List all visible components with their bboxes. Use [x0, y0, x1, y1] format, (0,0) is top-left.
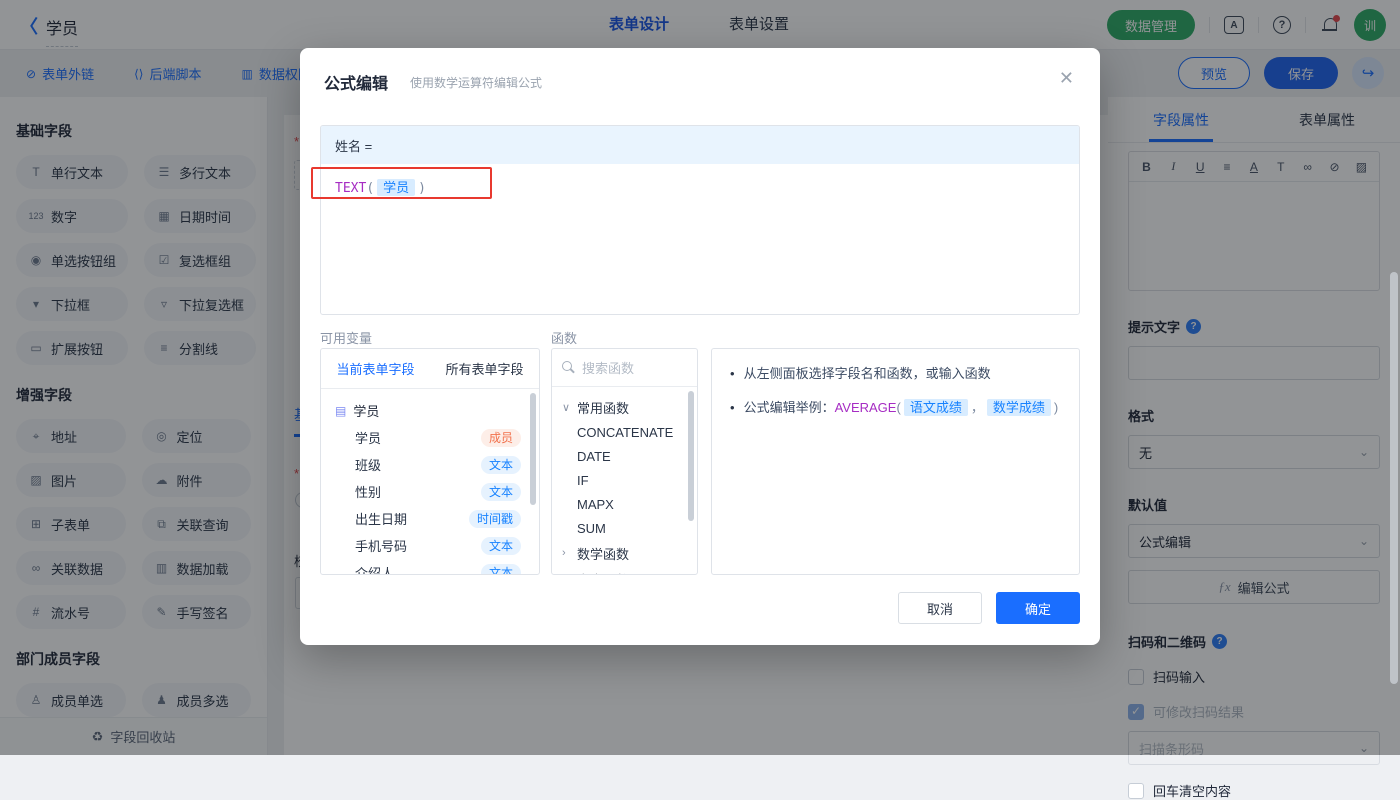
caret-right-icon: ›	[562, 573, 572, 574]
type-badge: 时间戳	[468, 509, 521, 528]
type-badge: 文本	[480, 536, 521, 555]
help-example: • 公式编辑举例：AVERAGE(语文成绩，数学成绩)	[730, 398, 1061, 418]
function-item[interactable]: IF	[552, 468, 697, 492]
group-label: 文本函数	[577, 570, 629, 575]
modal-title: 公式编辑	[324, 76, 389, 93]
close-paren: )	[418, 181, 426, 196]
variable-row[interactable]: 介绍人 文本	[321, 559, 539, 575]
example-prefix: 公式编辑举例：	[743, 400, 835, 415]
field-chip: 语文成绩	[903, 399, 968, 416]
field-name: 性别	[355, 485, 382, 500]
type-badge: 文本	[480, 482, 521, 501]
function-search[interactable]: 搜索函数	[552, 349, 697, 387]
close-paren: )	[1053, 400, 1059, 415]
available-variables-label: 可用变量	[320, 331, 373, 346]
variable-row[interactable]: 性别 文本	[321, 478, 539, 505]
function-item[interactable]: MAPX	[552, 492, 697, 516]
comma: ，	[970, 400, 984, 415]
open-paren: (	[896, 400, 901, 415]
type-badge: 成员	[480, 428, 521, 447]
tip-text: 从左侧面板选择字段名和函数，或输入函数	[743, 366, 991, 381]
variables-panel: 当前表单字段 所有表单字段 ▤ 学员 学员 成员 班级 文本 性别 文本 出生日期 时间戳…	[320, 348, 540, 575]
field-chip: 数学成绩	[986, 399, 1051, 416]
close-icon[interactable]: ✕	[1059, 68, 1074, 89]
variable-row[interactable]: 手机号码 文本	[321, 532, 539, 559]
function-group-math[interactable]: › 数学函数	[552, 540, 697, 566]
form-root-node[interactable]: ▤ 学员	[321, 397, 539, 424]
function-item[interactable]: CONCATENATE	[552, 420, 697, 444]
variable-row[interactable]: 学员 成员	[321, 424, 539, 451]
confirm-button[interactable]: 确定	[996, 592, 1080, 624]
caret-right-icon: ›	[562, 547, 566, 559]
checkbox-unchecked[interactable]	[1128, 782, 1144, 799]
formula-editor: 姓名 = TEXT(学员)	[320, 125, 1080, 315]
form-name: 学员	[353, 404, 380, 419]
group-label: 数学函数	[577, 546, 630, 562]
functions-scrollbar[interactable]	[688, 391, 694, 521]
function-group-text[interactable]: › 文本函数	[552, 566, 697, 575]
type-badge: 文本	[480, 455, 521, 474]
help-tip: • 从左侧面板选择字段名和函数，或输入函数	[730, 364, 1061, 384]
variable-row[interactable]: 出生日期 时间戳	[321, 505, 539, 532]
formula-input-area[interactable]: TEXT(学员)	[321, 164, 1079, 209]
variable-row[interactable]: 班级 文本	[321, 451, 539, 478]
field-name: 介绍人	[355, 566, 395, 575]
checkbox-label: 回车清空内容	[1153, 784, 1232, 799]
open-paren: (	[366, 181, 375, 196]
search-icon	[562, 361, 575, 374]
tab-current-form-fields[interactable]: 当前表单字段	[321, 349, 430, 388]
cancel-button[interactable]: 取消	[898, 592, 982, 624]
function-item[interactable]: SUM	[552, 516, 697, 540]
form-icon: ▤	[335, 403, 347, 418]
functions-panel: 搜索函数 ∨ 常用函数 CONCATENATE DATE IF MAPX SUM …	[551, 348, 698, 575]
page-scrollbar[interactable]	[1390, 272, 1398, 684]
field-name: 班级	[355, 458, 382, 473]
bullet: •	[730, 366, 735, 381]
modal-subtitle: 使用数学运算符编辑公式	[410, 76, 543, 90]
function-item[interactable]: DATE	[552, 444, 697, 468]
formula-function-name: TEXT	[335, 181, 367, 196]
formula-editor-modal: 公式编辑 使用数学运算符编辑公式 ✕ 姓名 = TEXT(学员) 可用变量 函数…	[300, 48, 1100, 645]
search-placeholder: 搜索函数	[582, 361, 635, 376]
enter-clear-checkbox-row[interactable]: 回车清空内容	[1128, 781, 1380, 800]
function-group-common[interactable]: ∨ 常用函数	[552, 394, 697, 420]
functions-label: 函数	[551, 331, 578, 346]
caret-down-icon: ∨	[562, 401, 571, 414]
type-badge: 文本	[480, 563, 521, 574]
tab-all-form-fields[interactable]: 所有表单字段	[430, 349, 539, 388]
bullet: •	[730, 400, 735, 415]
group-label: 常用函数	[577, 400, 630, 416]
help-panel: • 从左侧面板选择字段名和函数，或输入函数 • 公式编辑举例：AVERAGE(语文…	[711, 348, 1080, 575]
field-name: 出生日期	[355, 512, 408, 527]
field-name: 学员	[355, 431, 382, 446]
example-function-name: AVERAGE	[834, 400, 897, 415]
field-name: 手机号码	[355, 539, 408, 554]
variables-scrollbar[interactable]	[530, 393, 536, 505]
field-chip[interactable]: 学员	[377, 179, 416, 196]
formula-result-label: 姓名 =	[321, 126, 1079, 164]
